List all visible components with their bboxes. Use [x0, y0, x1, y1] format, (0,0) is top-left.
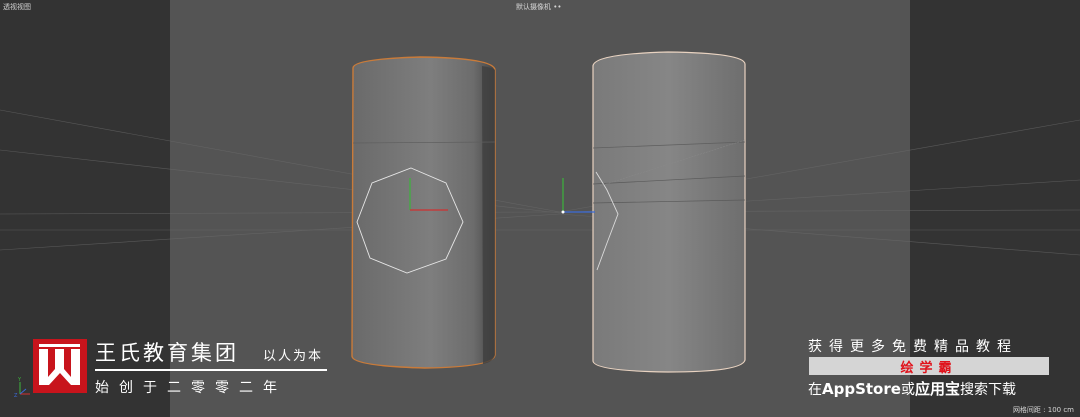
- camera-name[interactable]: 默认摄像机 ••: [516, 2, 561, 12]
- divider: [95, 369, 327, 371]
- cylinder-left[interactable]: [351, 56, 496, 369]
- svg-text:Z: Z: [14, 393, 18, 398]
- company-name: 王氏教育集团: [95, 341, 239, 365]
- viewport-name[interactable]: 透视视图: [3, 2, 31, 12]
- promo-headline: 获得更多免费精品教程: [808, 339, 1018, 355]
- promo-yyb: 应用宝: [914, 380, 960, 398]
- svg-text:Y: Y: [17, 377, 22, 383]
- perspective-viewport[interactable]: 透视视图 默认摄像机 •• 网格间距 : 100 cm Y Z 王氏教育集团 以…: [0, 0, 1080, 417]
- promo-brand: 绘学霸: [900, 361, 958, 376]
- company-logo: [33, 339, 87, 393]
- w-logo-icon: [39, 344, 80, 385]
- promo-or: 或: [900, 382, 915, 398]
- cylinder-right[interactable]: [561, 51, 746, 373]
- promo-instructions: 在AppStore或应用宝搜索下载: [808, 378, 1016, 399]
- object-axis-gizmo-right[interactable]: [561, 178, 596, 214]
- promo-suffix: 搜索下载: [959, 382, 1016, 398]
- promo-brand-bar: 绘学霸: [809, 357, 1049, 376]
- founded-text: 始创于二零零二年: [95, 380, 287, 396]
- grid-lines: [0, 109, 1080, 256]
- promo-appstore: AppStore: [822, 380, 901, 398]
- promo-prefix: 在: [808, 382, 822, 398]
- grid-scale-readout: 网格间距 : 100 cm: [1012, 406, 1074, 414]
- company-motto: 以人为本: [263, 349, 324, 364]
